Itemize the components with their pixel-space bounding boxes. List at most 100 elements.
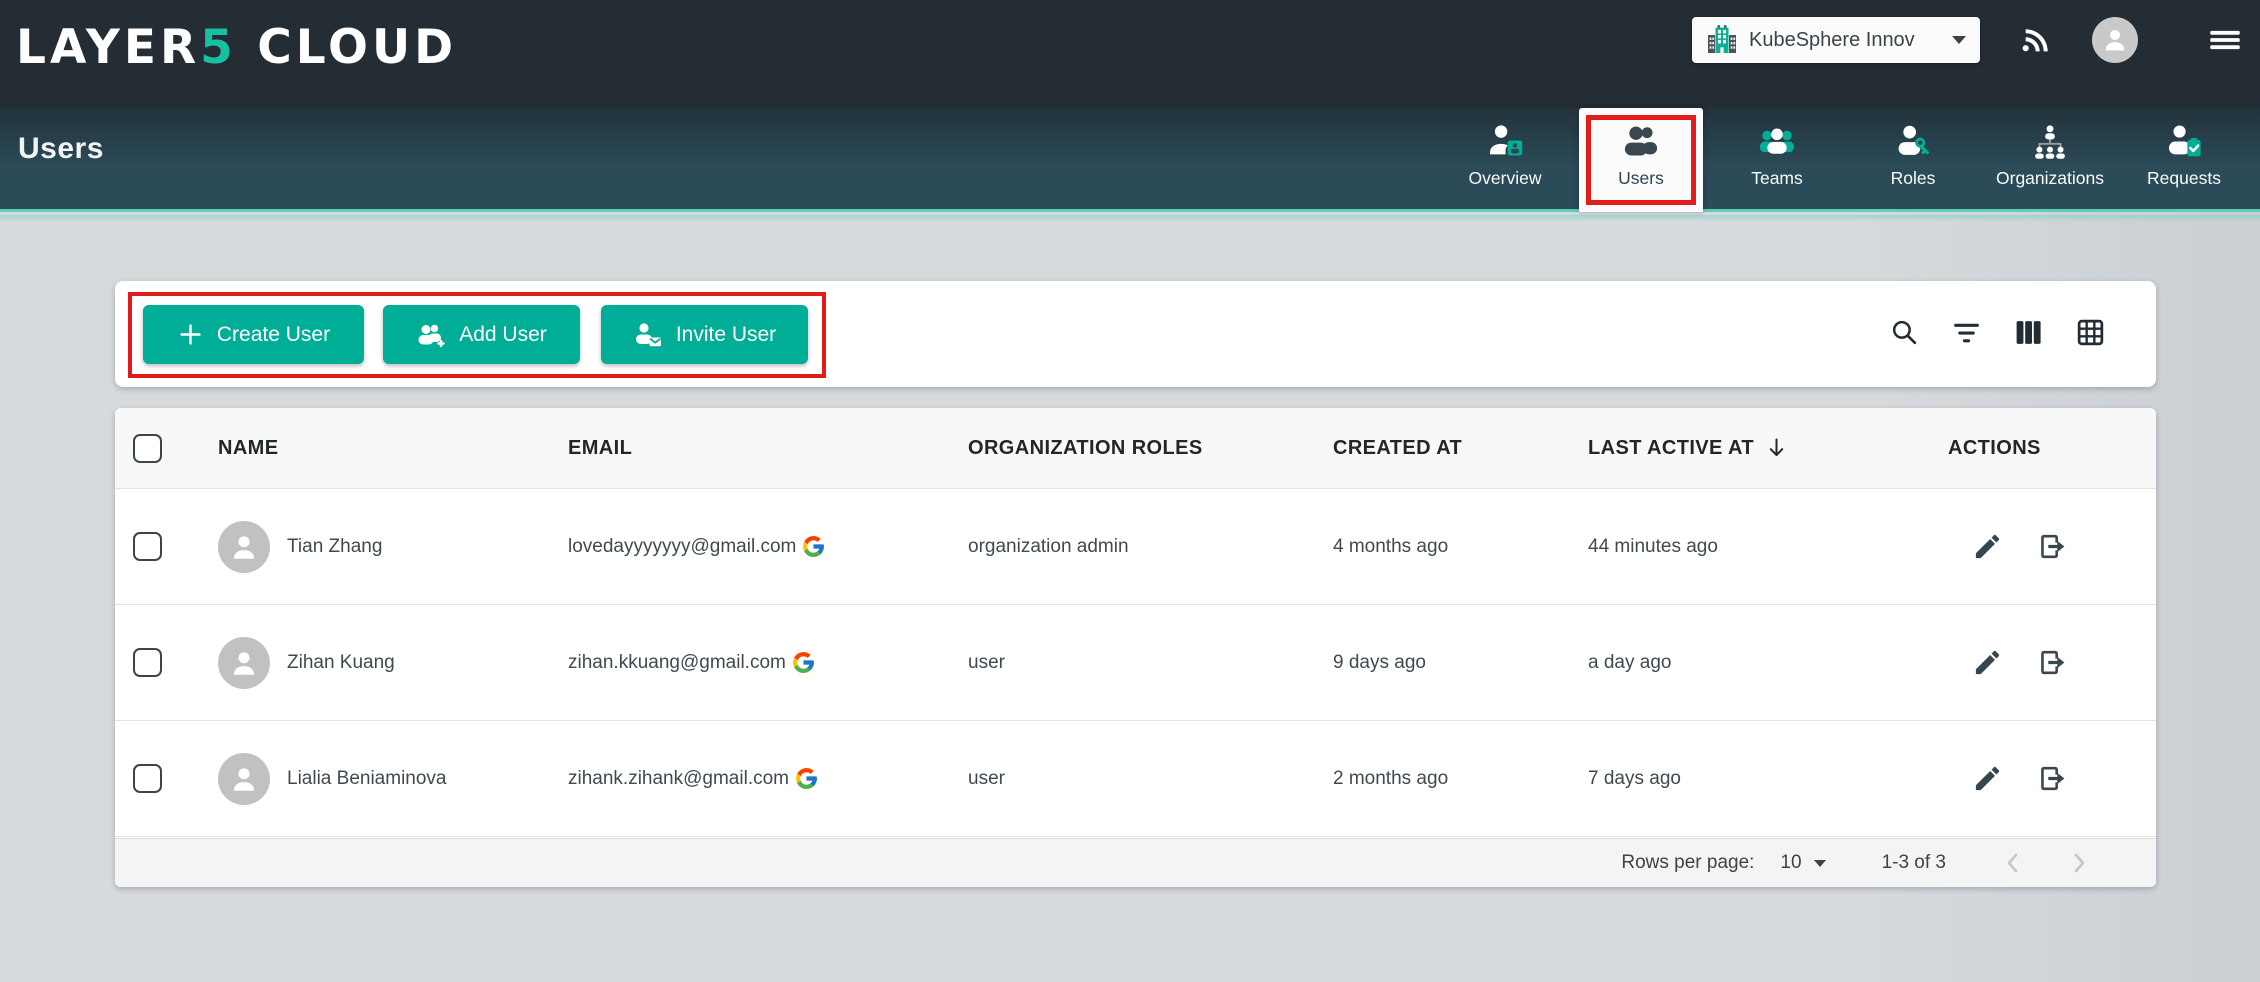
last-active-cell: 44 minutes ago [1588,536,1948,558]
google-icon [791,650,816,675]
table-header-row: NAME EMAIL ORGANIZATION ROLES CREATED AT… [115,408,2156,489]
invite-user-button[interactable]: Invite User [601,305,808,364]
person-badge-icon [1485,121,1525,161]
rows-per-page-value: 10 [1780,852,1801,874]
layer5-cloud-logo[interactable]: LAYER5 CLOUD [16,20,457,75]
col-org-roles[interactable]: ORGANIZATION ROLES [968,437,1333,460]
page-title: Users [18,132,104,166]
search-icon[interactable] [1889,317,1920,348]
row-select-cell [115,764,218,793]
tab-label: Roles [1891,168,1936,189]
pagination-range: 1-3 of 3 [1882,852,1946,874]
avatar [218,521,270,573]
row-checkbox[interactable] [133,764,162,793]
org-roles-cell: user [968,652,1333,674]
tab-teams[interactable]: Teams [1725,108,1829,212]
name-cell: Tian Zhang [218,521,568,573]
tab-requests[interactable]: Requests [2128,108,2240,212]
layer5-cloud-app: LAYER5 CLOUD [0,0,2260,982]
tab-label: Overview [1469,168,1542,189]
col-name[interactable]: NAME [218,437,568,460]
create-user-button[interactable]: Create User [143,305,364,364]
pager-controls [2000,850,2092,876]
edit-icon[interactable] [1972,531,2003,562]
sort-desc-arrow-icon [1764,436,1788,460]
user-email: zihan.kkuang@gmail.com [568,652,786,674]
menu-icon[interactable] [2208,23,2242,57]
row-checkbox[interactable] [133,532,162,561]
person-key-icon [1893,121,1933,161]
table-row: Zihan Kuang zihan.kkuang@gmail.com user … [115,605,2156,721]
users-toolbar-card: Create User Add User Invite User [115,281,2156,387]
add-user-label: Add User [459,323,547,347]
people-icon [1621,121,1661,161]
next-page-icon[interactable] [2066,850,2092,876]
created-at-cell: 4 months ago [1333,536,1588,558]
google-icon [794,766,819,791]
avatar [218,753,270,805]
avatar [218,637,270,689]
org-roles-cell: organization admin [968,536,1333,558]
building-icon [1706,24,1738,56]
email-cell: lovedayyyyyyy@gmail.com [568,534,968,559]
col-email[interactable]: EMAIL [568,437,968,460]
tab-roles[interactable]: Roles [1861,108,1965,212]
last-active-cell: a day ago [1588,652,1948,674]
col-created-at[interactable]: CREATED AT [1333,437,1588,460]
user-avatar-menu[interactable] [2092,17,2138,63]
col-last-active-label: LAST ACTIVE AT [1588,437,1754,460]
tab-organizations[interactable]: Organizations [1976,108,2124,212]
user-email: zihank.zihank@gmail.com [568,768,789,790]
tab-label: Users [1618,168,1664,189]
app-header: LAYER5 CLOUD [0,0,2260,108]
previous-page-icon[interactable] [2000,850,2026,876]
google-icon [801,534,826,559]
users-navbar: Users Overview Users [0,108,2260,212]
columns-icon[interactable] [2013,317,2044,348]
team-icon [1757,121,1797,161]
plus-icon [177,321,204,348]
feed-icon[interactable] [2020,23,2054,57]
remove-user-icon[interactable] [2036,763,2067,794]
create-user-label: Create User [217,323,330,347]
edit-icon[interactable] [1972,647,2003,678]
table-row: Lialia Beniaminova zihank.zihank@gmail.c… [115,721,2156,837]
user-name: Lialia Beniaminova [287,768,447,790]
org-roles-cell: user [968,768,1333,790]
select-all-checkbox[interactable] [133,434,162,463]
logo-cloud-text: CLOUD [257,20,457,75]
actions-cell [1948,763,2156,794]
name-cell: Zihan Kuang [218,637,568,689]
name-cell: Lialia Beniaminova [218,753,568,805]
actions-cell [1948,647,2156,678]
person-icon [2100,25,2130,55]
add-user-button[interactable]: Add User [383,305,580,364]
remove-user-icon[interactable] [2036,647,2067,678]
org-chart-icon [2030,121,2070,161]
col-last-active-at[interactable]: LAST ACTIVE AT [1588,436,1948,460]
user-name: Tian Zhang [287,536,382,558]
person-clipboard-icon [2164,121,2204,161]
rows-per-page-label: Rows per page: [1621,852,1754,874]
chevron-down-icon [1952,36,1966,44]
org-switcher[interactable]: KubeSphere Innov [1692,17,1980,63]
last-active-cell: 7 days ago [1588,768,1948,790]
edit-icon[interactable] [1972,763,2003,794]
invite-user-label: Invite User [676,323,776,347]
row-checkbox[interactable] [133,648,162,677]
user-email: lovedayyyyyyy@gmail.com [568,536,796,558]
select-all-cell [115,434,218,463]
tab-label: Organizations [1996,168,2104,189]
filter-icon[interactable] [1951,317,1982,348]
grid-icon[interactable] [2075,317,2106,348]
table-pagination: Rows per page: 10 1-3 of 3 [115,838,2156,887]
user-name: Zihan Kuang [287,652,395,674]
remove-user-icon[interactable] [2036,531,2067,562]
tab-users[interactable]: Users [1579,108,1703,212]
logo-space [237,20,257,75]
created-at-cell: 9 days ago [1333,652,1588,674]
tab-overview[interactable]: Overview [1450,108,1560,212]
rows-per-page-select[interactable]: 10 [1780,852,1825,874]
row-select-cell [115,532,218,561]
chevron-down-icon [1814,860,1826,867]
